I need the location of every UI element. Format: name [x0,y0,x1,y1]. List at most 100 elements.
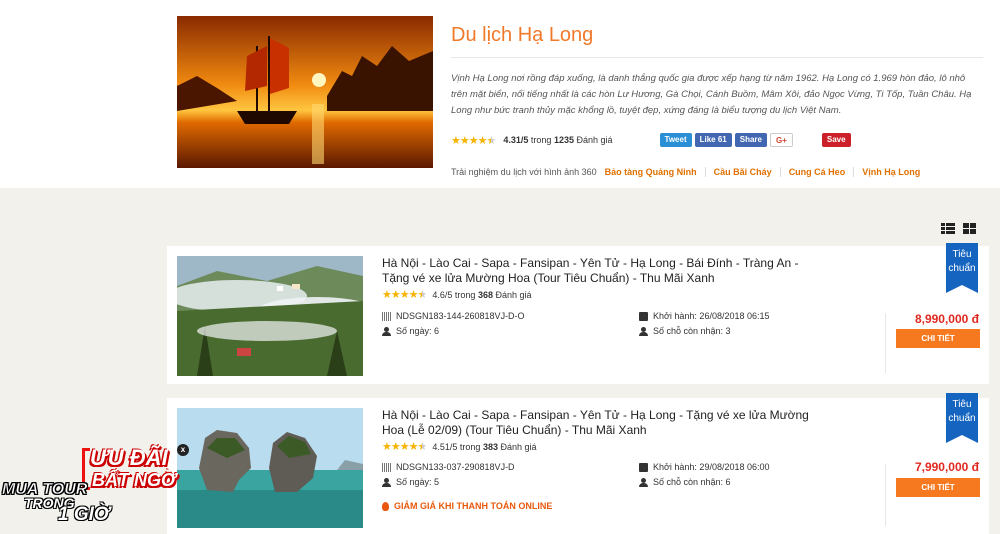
close-icon[interactable]: x [177,444,189,456]
experience-link-bay[interactable]: Vịnh Hạ Long [853,167,928,177]
rating-summary: 4.6/5 trong 368 Đánh giá [432,290,531,300]
tour-days: Số ngày: 6 [382,326,439,336]
list-view-icon[interactable] [941,223,955,234]
experience-link-dolphin[interactable]: Cung Cá Heo [779,167,854,177]
tour-days: Số ngày: 5 [382,477,439,487]
tour-image-halong[interactable] [177,408,363,528]
user-icon [382,477,391,487]
view-toggle [941,223,976,234]
tour-code-text: NDSGN183-144-260818VJ-D-O [396,311,525,321]
standard-badge: Tiêu chuẩn [946,393,978,443]
star-icon[interactable]: ★ [382,440,392,453]
rating-stars[interactable]: ★ ★ ★ ★ ★ [382,288,428,301]
rating-count: 368 [477,289,493,300]
rating-score: 4.51/5 [432,441,458,452]
tweet-button[interactable]: Tweet [659,133,692,147]
pinterest-save-button[interactable]: Save [821,133,851,147]
barcode-icon [382,462,391,472]
badge-text-surprise: BẤT NGỜ [92,470,177,490]
badge-line-2: chuẩn [948,413,976,424]
rating-in: trong [530,135,552,145]
tour-rating: ★ ★ ★ ★ ★ 4.51/5 trong 383 Đánh giá [382,440,537,453]
star-icon[interactable]: ★ [451,134,461,147]
star-icon[interactable]: ★ [391,440,401,453]
tour-seats-text: Số chỗ còn nhận: 6 [653,477,731,487]
tour-price: 8,990,000 đ [914,312,979,326]
rating-summary: 4.51/5 trong 383 Đánh giá [432,442,536,452]
detail-button[interactable]: CHI TIẾT [896,478,980,497]
facebook-share-button[interactable]: Share [734,133,767,147]
destination-rating: ★ ★ ★ ★ ★ 4.31/5 trong 1235 Đánh giá Tweet L… [451,132,983,148]
badge-line-2: chuẩn [948,263,976,274]
tour-days-text: Số ngày: 5 [396,477,440,487]
rating-suffix: Đánh giá [495,289,532,300]
tour-departure-text: Khởi hành: 29/08/2018 06:00 [653,462,770,472]
calendar-icon [639,462,648,472]
tour-code: NDSGN133-037-290818VJ-D [382,462,515,472]
google-plus-button[interactable]: G+ [769,133,793,147]
destination-header: Du lịch Hạ Long Vịnh Hạ Long nơi rồng đá… [0,0,1000,188]
star-icon[interactable]: ★ [478,134,488,147]
tour-seats: Số chỗ còn nhận: 3 [639,326,731,336]
tour-seats-text: Số chỗ còn nhận: 3 [653,326,731,336]
destination-info: Du lịch Hạ Long Vịnh Hạ Long nơi rồng đá… [451,24,983,177]
tour-card: Hà Nội - Lào Cai - Sapa - Fansipan - Yên… [167,393,989,534]
experience-link-bridge[interactable]: Cầu Bãi Cháy [704,167,780,177]
star-icon[interactable]: ★ [382,288,392,301]
tour-departure: Khởi hành: 26/08/2018 06:15 [639,311,770,321]
tour-seats: Số chỗ còn nhận: 6 [639,477,731,487]
rating-score: 4.6/5 [432,289,453,300]
tour-days-text: Số ngày: 6 [396,326,440,336]
tour-rating: ★ ★ ★ ★ ★ 4.6/5 trong 368 Đánh giá [382,288,532,301]
tour-code: NDSGN183-144-260818VJ-D-O [382,311,525,321]
badge-text-one-hour: 1 GIỜ [58,504,110,525]
divider [885,464,886,526]
star-half-icon[interactable]: ★ [418,288,428,301]
star-icon[interactable]: ★ [469,134,479,147]
rating-score: 4.31/5 [503,135,529,145]
grid-view-icon[interactable] [963,223,976,234]
detail-button[interactable]: CHI TIẾT [896,329,980,348]
star-icon[interactable]: ★ [400,288,410,301]
barcode-icon [382,311,391,321]
tour-image-sapa[interactable] [177,256,363,376]
experience-link-museum[interactable]: Bảo tàng Quảng Ninh [597,167,705,177]
rating-stars[interactable]: ★ ★ ★ ★ ★ [382,440,428,453]
rating-count: 1235 [553,135,574,145]
star-icon[interactable]: ★ [409,440,419,453]
social-buttons: Tweet Like 61 Share G+ Save [659,133,851,147]
fire-icon [382,501,389,511]
tour-departure: Khởi hành: 29/08/2018 06:00 [639,462,770,472]
badge-line-1: Tiêu [952,399,972,410]
star-icon[interactable]: ★ [400,440,410,453]
tour-code-text: NDSGN133-037-290818VJ-D [396,462,515,472]
rating-stars[interactable]: ★ ★ ★ ★ ★ [451,134,497,147]
tour-title[interactable]: Hà Nội - Lào Cai - Sapa - Fansipan - Yên… [382,256,822,286]
rating-in: trong [459,441,481,452]
user-icon [639,477,648,487]
tour-title[interactable]: Hà Nội - Lào Cai - Sapa - Fansipan - Yên… [382,408,822,438]
star-icon[interactable]: ★ [460,134,470,147]
flash-deal-badge[interactable]: ƯU ĐÃI BẤT NGỜ MUA TOUR TRONG 1 GIỜ [0,440,190,534]
badge-text-deal: ƯU ĐÃI [90,445,168,470]
star-half-icon[interactable]: ★ [487,134,497,147]
rating-summary: 4.31/5 trong 1235 Đánh giá [503,135,612,145]
rating-suffix: Đánh giá [576,135,613,145]
facebook-like-button[interactable]: Like 61 [694,133,732,147]
tour-departure-text: Khởi hành: 26/08/2018 06:15 [653,311,770,321]
experience-label: Trải nghiệm du lịch với hình ảnh 360 [451,167,597,177]
rating-in: trong [454,289,476,300]
rating-count: 383 [482,441,498,452]
divider [885,313,886,373]
tour-price: 7,990,000 đ [914,460,979,474]
online-discount-promo[interactable]: GIẢM GIÁ KHI THANH TOÁN ONLINE [382,501,552,511]
calendar-icon [639,311,648,321]
standard-badge: Tiêu chuẩn [946,243,978,293]
star-icon[interactable]: ★ [409,288,419,301]
rating-suffix: Đánh giá [500,441,537,452]
page-title: Du lịch Hạ Long [451,24,983,58]
star-half-icon[interactable]: ★ [418,440,428,453]
user-icon [382,326,391,336]
promo-text: GIẢM GIÁ KHI THANH TOÁN ONLINE [394,501,553,511]
star-icon[interactable]: ★ [391,288,401,301]
